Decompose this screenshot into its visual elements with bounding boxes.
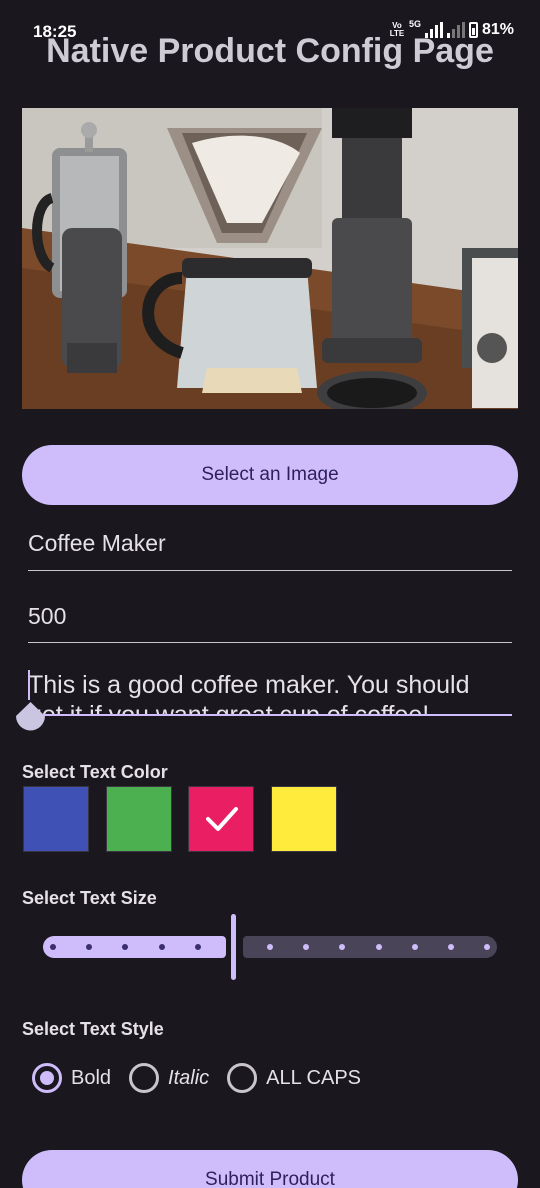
radio-all-caps-label: ALL CAPS bbox=[266, 1066, 362, 1089]
cursor-handle-icon[interactable] bbox=[16, 702, 45, 735]
slider-tick bbox=[267, 944, 273, 950]
radio-bold-label: Bold bbox=[71, 1066, 112, 1089]
radio-unselected-icon[interactable] bbox=[129, 1063, 160, 1093]
slider-tick bbox=[375, 944, 382, 950]
text-style-radio-group: Bold Italic ALL CAPS bbox=[32, 1062, 379, 1094]
radio-selected-icon[interactable] bbox=[32, 1063, 62, 1093]
slider-tick bbox=[447, 944, 454, 950]
check-icon bbox=[206, 807, 238, 831]
radio-italic[interactable]: Italic bbox=[129, 1063, 209, 1093]
text-cursor bbox=[28, 670, 30, 700]
description-line-1: This is a good coffee maker. You should bbox=[28, 671, 470, 699]
product-price-field[interactable]: 500 bbox=[28, 603, 512, 643]
color-swatch-green[interactable] bbox=[106, 786, 172, 852]
page-title: Native Product Config Page bbox=[46, 32, 494, 70]
network-label: 5G bbox=[408, 19, 421, 29]
text-size-slider[interactable] bbox=[43, 912, 497, 980]
slider-tick bbox=[194, 944, 201, 950]
slider-tick bbox=[158, 944, 165, 950]
slider-tick bbox=[50, 944, 56, 950]
product-name-field[interactable]: Coffee Maker bbox=[28, 530, 512, 571]
color-swatch-blue[interactable] bbox=[23, 786, 89, 852]
select-image-button[interactable]: Select an Image bbox=[22, 445, 518, 505]
submit-product-button[interactable]: Submit Product bbox=[22, 1150, 518, 1188]
slider-thumb[interactable] bbox=[231, 914, 236, 980]
product-config-screen: 18:25 Vo LTE 5G 81% Native Product Confi… bbox=[0, 0, 540, 1188]
slider-tick bbox=[411, 944, 418, 950]
product-image bbox=[22, 108, 518, 409]
slider-track-inactive bbox=[243, 936, 497, 958]
color-swatch-pink[interactable] bbox=[188, 786, 254, 852]
radio-bold[interactable]: Bold bbox=[32, 1063, 111, 1093]
color-swatch-yellow[interactable] bbox=[271, 786, 337, 852]
radio-italic-label: Italic bbox=[168, 1066, 210, 1089]
slider-tick bbox=[484, 944, 490, 950]
radio-all-caps[interactable]: ALL CAPS bbox=[227, 1063, 361, 1093]
text-size-label: Select Text Size bbox=[22, 888, 157, 908]
product-description-field[interactable]: This is a good coffee maker. You should … bbox=[28, 668, 512, 716]
text-style-label: Select Text Style bbox=[22, 1019, 164, 1039]
radio-unselected-icon[interactable] bbox=[227, 1063, 258, 1093]
text-color-label: Select Text Color bbox=[22, 762, 168, 782]
